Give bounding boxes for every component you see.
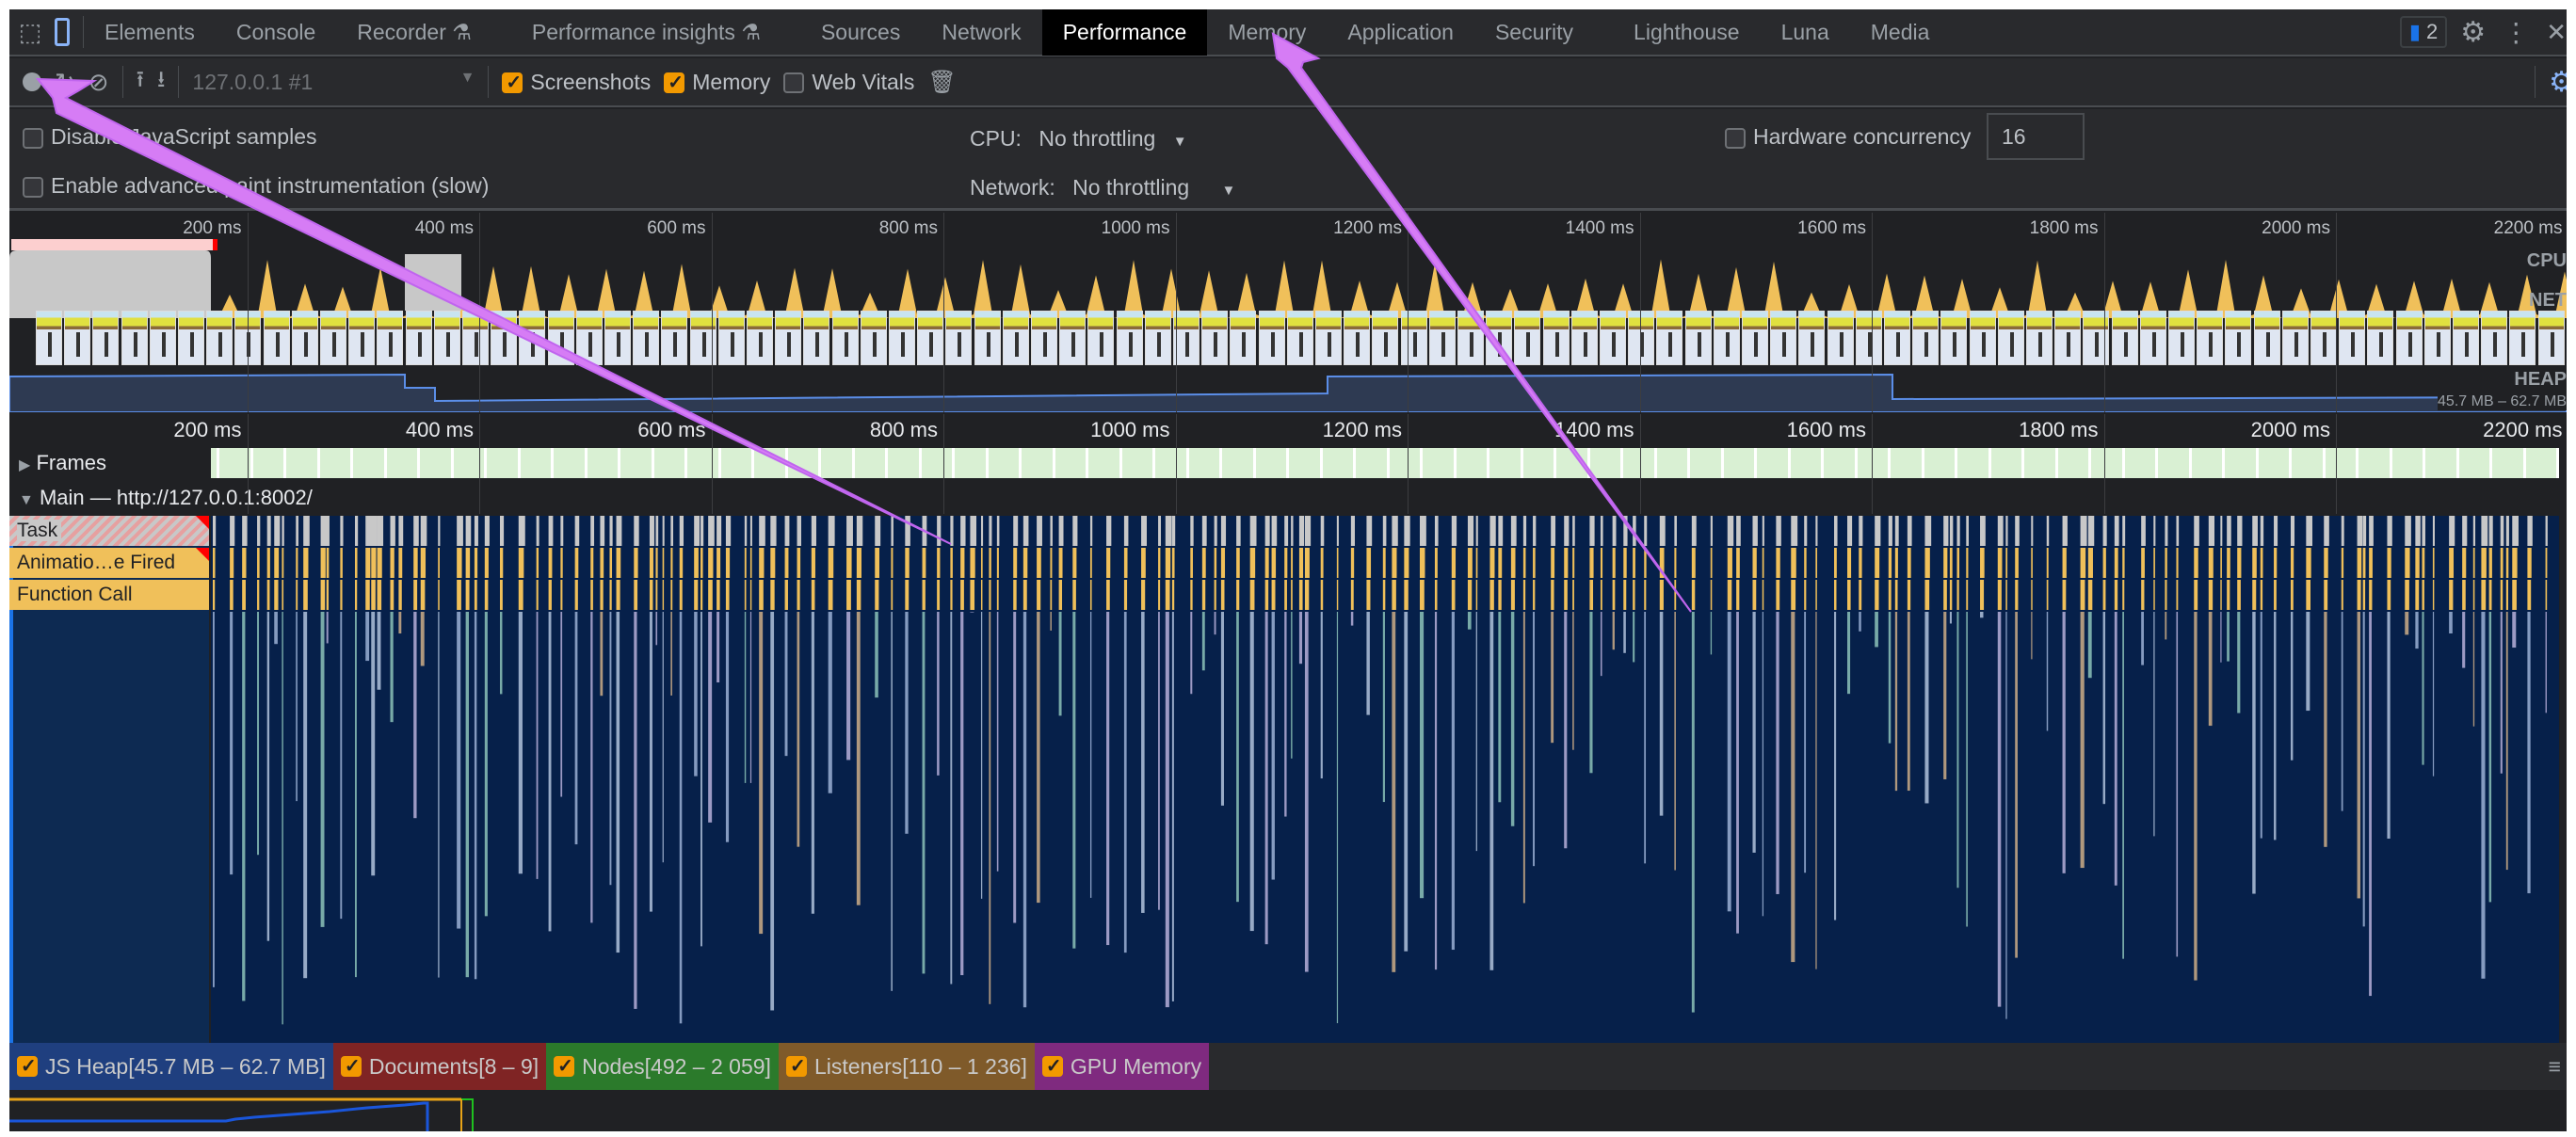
annotation-arrows — [35, 32, 1692, 613]
